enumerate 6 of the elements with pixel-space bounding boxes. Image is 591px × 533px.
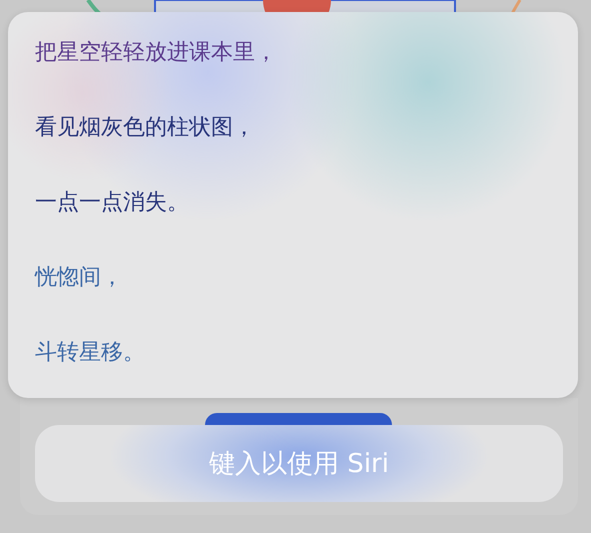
siri-input-field[interactable]: 键入以使用 Siri [35, 425, 563, 502]
lyric-line: 恍惚间， [35, 264, 123, 292]
lyric-line: 看见烟灰色的柱状图， [35, 114, 255, 142]
lyric-line: 一点一点消失。 [35, 189, 189, 217]
lyric-line: 斗转星移。 [35, 339, 145, 367]
lyric-line: 把星空轻轻放进课本里， [35, 39, 277, 67]
